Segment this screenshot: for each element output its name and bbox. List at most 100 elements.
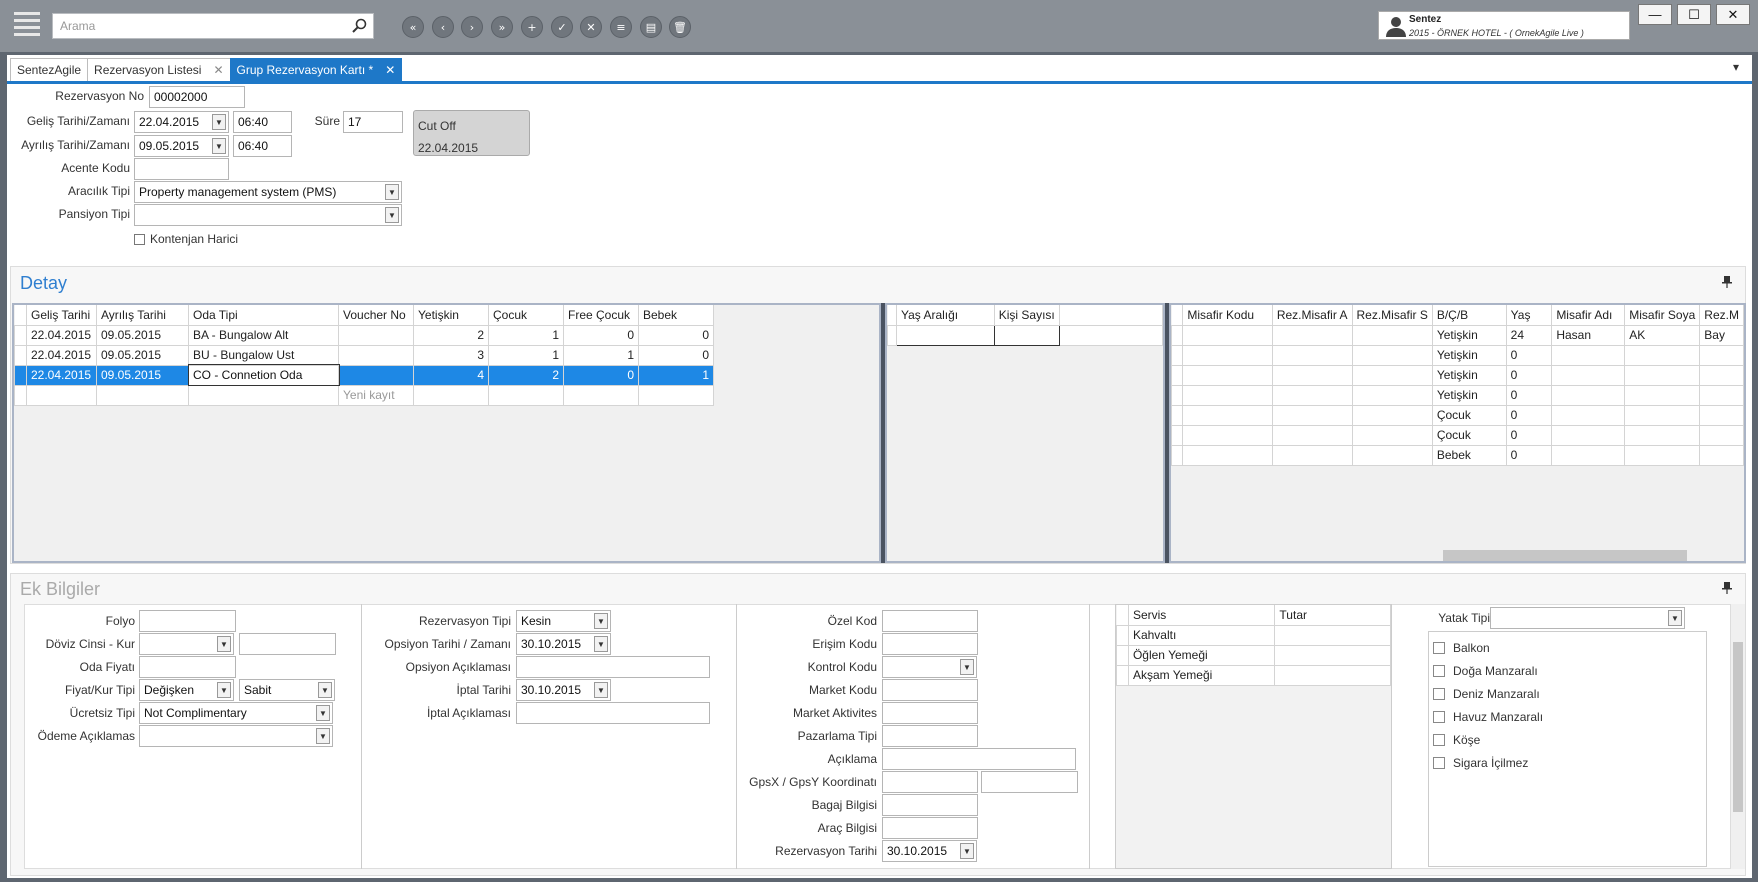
dropdown-arrow-icon[interactable]: ▼ [1668, 610, 1682, 626]
dropdown-arrow-icon[interactable]: ▼ [960, 843, 974, 859]
aracilik-select[interactable]: Property management system (PMS) ▼ [134, 181, 402, 203]
dropdown-arrow-icon[interactable]: ▼ [212, 138, 226, 154]
user-panel[interactable]: Sentez 2015 - ÖRNEK HOTEL - ( OrnekAgile… [1378, 11, 1630, 40]
pin-icon[interactable] [1722, 276, 1732, 291]
cell[interactable]: Kahvaltı [1127, 624, 1276, 646]
cell[interactable] [1699, 404, 1744, 426]
col-header[interactable]: Rez.Misafir A [1271, 305, 1353, 326]
ucretsiz-select[interactable]: Not Complimentary ▼ [139, 702, 333, 724]
scrollbar-thumb[interactable] [1733, 642, 1743, 812]
col-header[interactable]: Yetişkin [413, 305, 489, 326]
cell[interactable] [1699, 424, 1744, 446]
cell[interactable] [1699, 444, 1744, 466]
cell[interactable]: 1 [638, 364, 714, 386]
dropdown-arrow-icon[interactable]: ▼ [316, 705, 330, 721]
cell[interactable] [1274, 624, 1391, 646]
delete-icon[interactable]: 🗑 [669, 16, 691, 38]
cell[interactable] [1351, 324, 1433, 346]
cell[interactable]: 0 [638, 344, 714, 366]
new-row[interactable]: Yeni kayıt [14, 384, 714, 406]
new-row-hint[interactable]: Yeni kayıt [338, 384, 414, 406]
kur-field[interactable] [239, 633, 336, 655]
cell[interactable]: 0 [1505, 424, 1553, 446]
cell[interactable]: 09.05.2015 [96, 344, 189, 366]
cell[interactable]: 0 [1505, 444, 1553, 466]
yatak-option[interactable]: Deniz Manzaralı [1433, 682, 1543, 705]
cell[interactable]: Yetişkin [1431, 324, 1507, 346]
rez-no-field[interactable]: 00002000 [149, 86, 245, 108]
doviz-select[interactable]: ▼ [139, 633, 234, 655]
cell[interactable] [1699, 384, 1744, 406]
cell[interactable]: 0 [1505, 384, 1553, 406]
sure-field[interactable]: 17 [343, 111, 403, 133]
cell[interactable]: 1 [488, 324, 564, 346]
cell[interactable] [1271, 384, 1353, 406]
cell[interactable] [1624, 444, 1701, 466]
cell[interactable] [1624, 364, 1701, 386]
cell[interactable]: Hasan [1551, 324, 1626, 346]
cell[interactable] [338, 344, 414, 366]
tab-rezervasyon-listesi[interactable]: Rezervasyon Listesi ✕ [87, 58, 231, 81]
cell[interactable] [1551, 404, 1626, 426]
cell[interactable]: AK [1624, 324, 1701, 346]
cell[interactable] [1624, 344, 1701, 366]
cell[interactable] [1551, 364, 1626, 386]
col-header[interactable]: Rez.Misafir S [1351, 305, 1433, 326]
yatak-option[interactable]: Balkon [1433, 636, 1543, 659]
cell[interactable] [1274, 664, 1391, 686]
dropdown-arrow-icon[interactable]: ▼ [318, 682, 332, 698]
cell[interactable]: 4 [413, 364, 489, 386]
col-header[interactable]: Free Çocuk [563, 305, 639, 326]
table-row[interactable] [887, 324, 1164, 346]
cell[interactable] [1271, 324, 1353, 346]
cell[interactable] [1624, 384, 1701, 406]
cell[interactable]: Akşam Yemeği [1127, 664, 1276, 686]
fiyat-tipi-select[interactable]: Değişken ▼ [139, 679, 234, 701]
col-header[interactable]: Bebek [638, 305, 714, 326]
cell[interactable]: 24 [1505, 324, 1553, 346]
cell[interactable]: Yetişkin [1431, 344, 1507, 366]
cell[interactable]: Öğlen Yemeği [1127, 644, 1276, 666]
cell[interactable] [1271, 404, 1353, 426]
tab-sentezagile[interactable]: SentezAgile [10, 58, 89, 81]
col-header[interactable]: Tutar [1274, 605, 1391, 626]
horizontal-scrollbar[interactable] [1430, 547, 1742, 561]
cell[interactable]: Çocuk [1431, 404, 1507, 426]
cell[interactable]: 0 [563, 324, 639, 346]
dropdown-arrow-icon[interactable]: ▼ [960, 659, 974, 675]
print-icon[interactable]: ▤ [640, 16, 662, 38]
cell[interactable]: Yetişkin [1431, 364, 1507, 386]
cell[interactable]: BU - Bungalow Ust [188, 344, 339, 366]
yatak-option[interactable]: Havuz Manzaralı [1433, 705, 1543, 728]
cell[interactable] [1182, 424, 1273, 446]
cell[interactable] [1182, 404, 1273, 426]
close-tab-icon[interactable]: ✕ [213, 63, 223, 77]
cancel-icon[interactable]: ✕ [580, 16, 602, 38]
market-kodu-field[interactable] [882, 679, 978, 701]
search-icon[interactable] [351, 18, 367, 34]
cell[interactable] [96, 384, 189, 406]
folyo-field[interactable] [139, 610, 236, 632]
cell[interactable]: 22.04.2015 [26, 324, 97, 346]
cell[interactable]: 1 [488, 344, 564, 366]
cell[interactable] [1274, 644, 1391, 666]
menu-icon[interactable] [14, 12, 40, 36]
cell[interactable] [1182, 364, 1273, 386]
col-header[interactable]: Rez.M [1699, 305, 1744, 326]
opsiyon-date[interactable]: 30.10.2015 ▼ [516, 633, 611, 655]
oda-fiyati-field[interactable] [139, 656, 236, 678]
col-header[interactable]: Ayrılış Tarihi [96, 305, 189, 326]
gelis-date-field[interactable]: 22.04.2015 ▼ [134, 111, 229, 133]
table-row[interactable]: Çocuk 0 [1171, 424, 1744, 446]
cell[interactable] [1551, 344, 1626, 366]
cell[interactable] [563, 384, 639, 406]
checkbox[interactable] [1433, 756, 1445, 769]
cell[interactable] [1351, 404, 1433, 426]
cell[interactable]: 2 [488, 364, 564, 386]
yatak-option[interactable]: Köşe [1433, 728, 1543, 751]
cell[interactable]: 0 [1505, 404, 1553, 426]
odeme-select[interactable]: ▼ [139, 725, 333, 747]
cell[interactable] [1351, 444, 1433, 466]
first-record-icon[interactable]: « [402, 16, 424, 38]
cell[interactable] [1624, 404, 1701, 426]
